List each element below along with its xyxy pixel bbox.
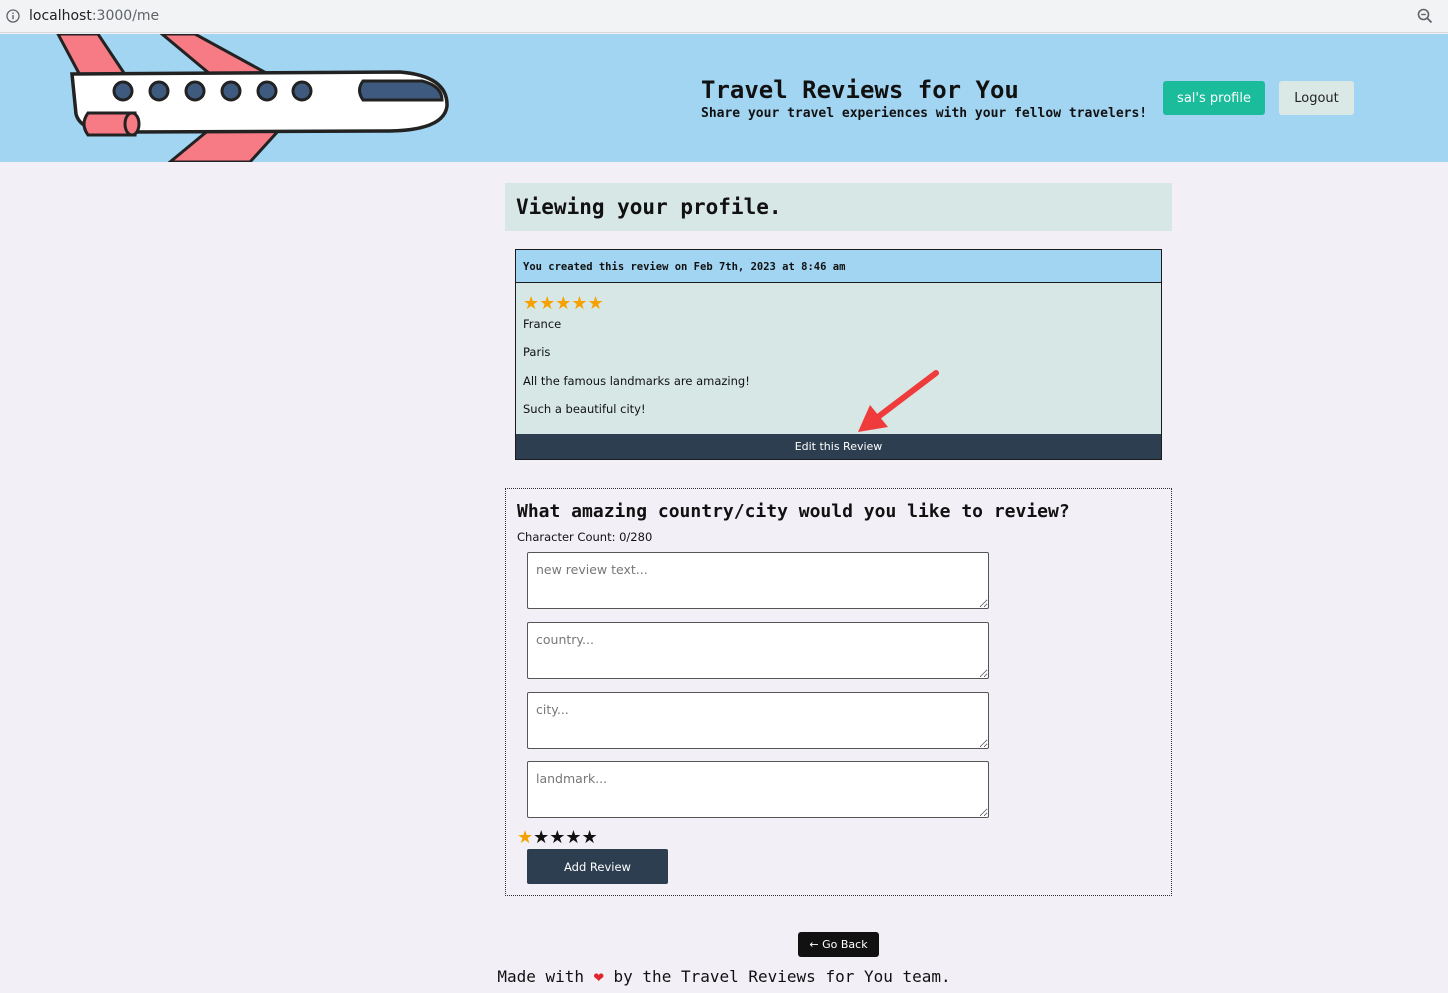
red-arrow-annotation [858,370,939,432]
page-title: Viewing your profile. [516,195,782,219]
add-review-button[interactable]: Add Review [527,849,668,884]
profile-button[interactable]: sal's profile [1163,81,1265,115]
city-input[interactable] [527,692,989,749]
review-text: Such a beautiful city! [523,402,646,416]
airplane-logo [56,34,449,162]
site-header: Travel Reviews for You Share your travel… [0,34,1448,162]
site-title: Travel Reviews for You [701,76,1019,104]
footer-text-before: Made with [497,967,594,986]
profile-heading-banner: Viewing your profile. [505,183,1172,231]
new-review-form: What amazing country/city would you like… [505,488,1172,896]
site-subtitle: Share your travel experiences with your … [701,106,1148,121]
logout-button[interactable]: Logout [1279,81,1354,115]
landmark-input[interactable] [527,761,989,818]
browser-address-bar: localhost:3000/me [0,0,1448,33]
review-landmark: All the famous landmarks are amazing! [523,374,750,388]
star-rating-selector[interactable]: ★★★★★ [517,827,598,848]
review-city: Paris [523,345,551,359]
url-text[interactable]: localhost:3000/me [29,8,159,24]
url-host: localhost [29,8,92,24]
review-text-input[interactable] [527,552,989,609]
form-heading: What amazing country/city would you like… [517,501,1070,522]
review-created-text: You created this review on Feb 7th, 2023… [516,250,1161,283]
heart-icon: ❤ [593,967,604,987]
country-input[interactable] [527,622,989,679]
info-icon[interactable] [6,9,20,23]
review-card: You created this review on Feb 7th, 2023… [515,249,1162,460]
star-selected[interactable]: ★ [517,827,533,847]
footer: Made with ❤ by the Travel Reviews for Yo… [0,967,1448,987]
url-path: :3000/me [91,8,160,24]
footer-text-after: by the Travel Reviews for You team. [603,967,951,986]
zoom-icon[interactable] [1416,7,1434,25]
review-country: France [523,317,562,331]
character-count: Character Count: 0/280 [517,530,653,544]
go-back-button[interactable]: ← Go Back [798,932,879,957]
review-star-rating: ★★★★★ [523,293,604,313]
stars-unselected[interactable]: ★★★★ [533,827,598,847]
edit-review-button[interactable]: Edit this Review [516,434,1161,459]
